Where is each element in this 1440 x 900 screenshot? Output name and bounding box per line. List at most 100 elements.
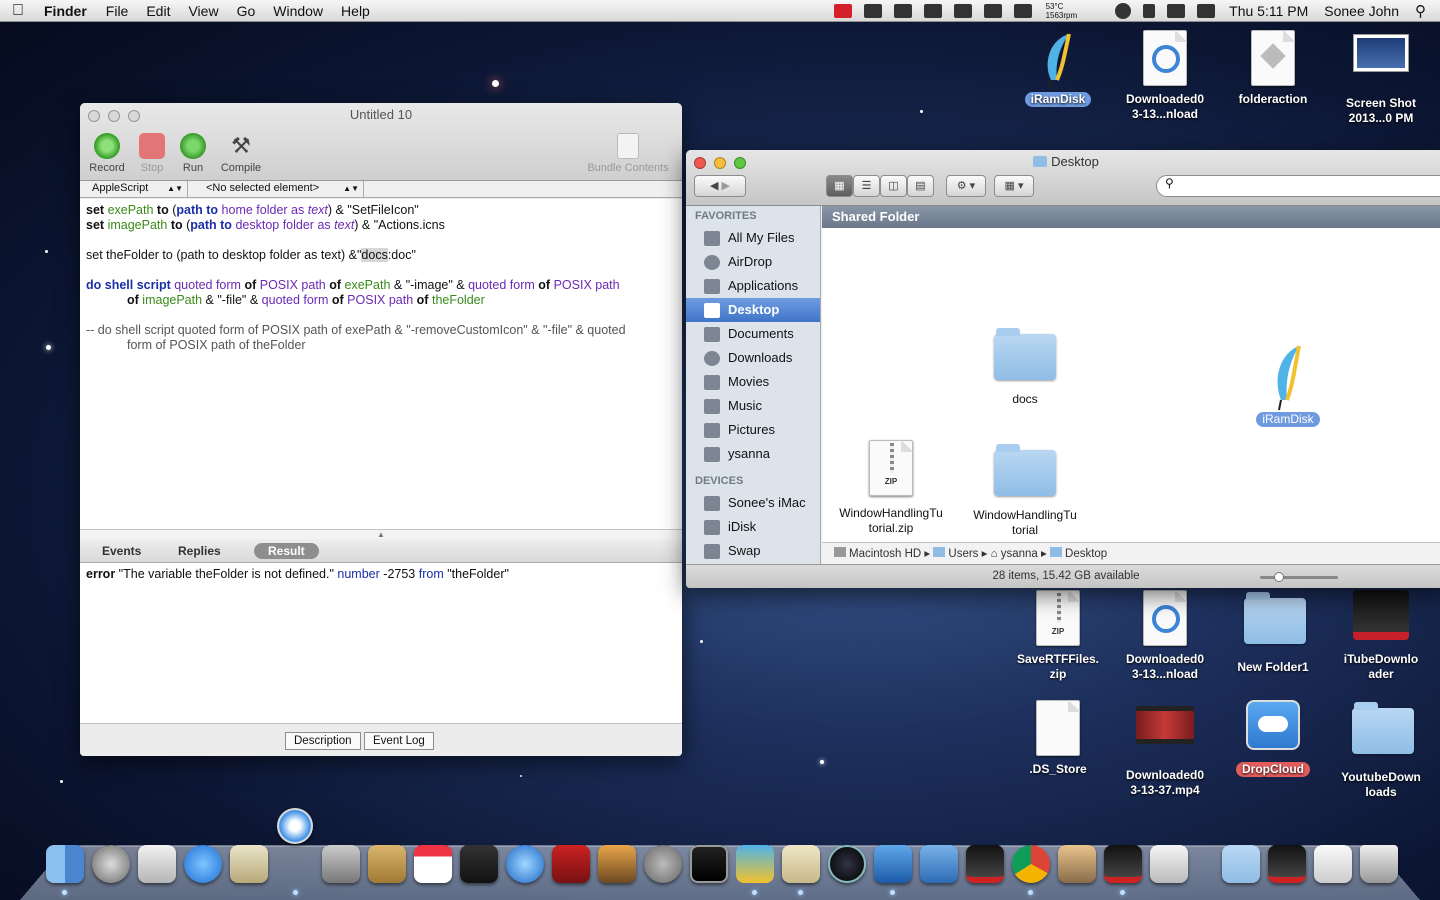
applications-stack-icon[interactable] [1222, 845, 1260, 883]
activity-monitor-icon[interactable] [690, 845, 728, 883]
run-button[interactable]: Run [176, 133, 210, 174]
tab-result[interactable]: Result [254, 543, 319, 559]
finder-item-iramdisk[interactable]: iRamDisk [1228, 340, 1348, 427]
menu-window[interactable]: Window [264, 3, 332, 19]
flash-icon[interactable] [833, 4, 852, 18]
tab-events[interactable]: Events [90, 543, 153, 559]
spotlight-icon[interactable]: ⚲ [1407, 2, 1440, 20]
sidebar-item-swap[interactable]: Swap [686, 539, 820, 563]
iphoto-icon[interactable] [598, 845, 636, 883]
camera-icon[interactable] [863, 4, 882, 18]
sidebar-item-movies[interactable]: Movies [686, 370, 820, 394]
path-users[interactable]: Users [933, 547, 978, 560]
split-handle[interactable]: ▲ [80, 529, 682, 539]
menu-file[interactable]: File [97, 3, 138, 19]
xcode-icon[interactable] [920, 845, 958, 883]
description-button[interactable]: Description [285, 732, 361, 750]
mail-stamp-icon[interactable] [230, 845, 268, 883]
element-popup[interactable]: <No selected element> ▲▼ [188, 181, 364, 197]
lock-icon[interactable] [893, 4, 912, 18]
system-preferences-icon[interactable] [644, 845, 682, 883]
desktop-icon-dropcloud[interactable]: DropCloud [1225, 700, 1321, 777]
calendar-icon[interactable] [414, 845, 452, 883]
dashboard-icon[interactable] [460, 845, 498, 883]
video-app-icon[interactable] [1104, 845, 1142, 883]
temp-monitor[interactable]: 53°C 1563rpm [1046, 2, 1078, 20]
trash-icon[interactable] [1360, 845, 1398, 883]
gauge-icon[interactable] [828, 845, 866, 883]
script-editor-text[interactable]: set exePath to (path to home folder as t… [80, 199, 682, 529]
sidebar-item-idisk[interactable]: iDisk [686, 515, 820, 539]
itube-dock-icon[interactable] [966, 845, 1004, 883]
menu-view[interactable]: View [179, 3, 227, 19]
sidebar-item-downloads[interactable]: Downloads [686, 346, 820, 370]
menu-help[interactable]: Help [332, 3, 379, 19]
tab-replies[interactable]: Replies [166, 543, 233, 559]
desktop-icon-youtubedownloads[interactable]: YoutubeDown loads [1333, 700, 1429, 800]
finder-item-zip[interactable]: ZIP WindowHandlingTu torial.zip [831, 440, 951, 536]
path-macintosh-hd[interactable]: Macintosh HD [834, 547, 921, 560]
desktop-icon-ds-store[interactable]: .DS_Store [1010, 700, 1106, 777]
bundle-contents-button[interactable]: Bundle Contents [582, 133, 674, 174]
icon-view-button[interactable]: ▦ [826, 175, 853, 197]
compile-button[interactable]: ⚒ Compile [216, 133, 266, 174]
volume-icon[interactable] [1197, 4, 1216, 18]
menu-edit[interactable]: Edit [137, 3, 179, 19]
language-popup[interactable]: AppleScript ▲▼ [80, 181, 188, 197]
sidebar-item-music[interactable]: Music [686, 394, 820, 418]
menu-go[interactable]: Go [228, 3, 265, 19]
desktop-icon-screenshot[interactable]: Screen Shot 2013...0 PM [1333, 30, 1429, 126]
eject-icon[interactable] [953, 4, 972, 18]
bluetooth-icon[interactable] [1143, 4, 1156, 18]
script-editor-dock-icon[interactable] [782, 845, 820, 883]
desktop-icon-itubedownloader[interactable]: iTubeDownlo ader [1333, 590, 1429, 682]
sidebar-item-pictures[interactable]: Pictures [686, 418, 820, 442]
sidebar-item-applications[interactable]: Applications [686, 274, 820, 298]
desktop-icon-mp4[interactable]: Downloaded0 3-13-37.mp4 [1117, 700, 1213, 798]
paw-icon[interactable] [923, 4, 942, 18]
sidebar-item-documents[interactable]: Documents [686, 322, 820, 346]
documents-stack-icon[interactable] [1314, 845, 1352, 883]
menu-clock[interactable]: Thu 5:11 PM [1221, 3, 1316, 19]
desktop-icon-iramdisk[interactable]: iRamDisk [1010, 30, 1106, 107]
menu-user[interactable]: Sonee John [1316, 3, 1407, 19]
finder-icon[interactable] [46, 845, 84, 883]
downloads-stack-icon[interactable] [1268, 845, 1306, 883]
time-machine-icon[interactable] [1115, 3, 1132, 19]
finder-item-folder[interactable]: WindowHandlingTu torial [965, 442, 1085, 538]
sidebar-item-imac[interactable]: Sonee's iMac [686, 491, 820, 515]
itunes-icon[interactable] [506, 845, 544, 883]
desktop-icon-downloaded-1[interactable]: Downloaded0 3-13...nload [1117, 30, 1213, 122]
apple-menu-icon[interactable]:  [0, 2, 36, 20]
desktop-icon-savertffiles[interactable]: ZIP SaveRTFFiles. zip [1010, 590, 1106, 682]
wifi-icon[interactable] [1167, 4, 1186, 18]
address-book-icon[interactable] [368, 845, 406, 883]
desktop-icon-folderaction[interactable]: folderaction [1225, 30, 1321, 107]
sidebar-item-all-my-files[interactable]: All My Files [686, 226, 820, 250]
automator-doc-icon[interactable] [1150, 845, 1188, 883]
sidebar-item-airdrop[interactable]: AirDrop [686, 250, 820, 274]
menu-app-name[interactable]: Finder [36, 3, 97, 19]
action-gear-button[interactable]: ⚙ ▾ [946, 175, 986, 197]
launchpad-icon[interactable] [92, 845, 130, 883]
grapher-icon[interactable] [874, 845, 912, 883]
arrange-button[interactable]: ▦ ▾ [994, 175, 1034, 197]
event-log-button[interactable]: Event Log [364, 732, 434, 750]
desktop-icon-new-folder[interactable]: New Folder1 [1225, 590, 1321, 675]
forward-icon[interactable]: ▶ [722, 180, 730, 192]
column-view-button[interactable]: ◫ [880, 175, 907, 197]
preview-icon[interactable] [138, 845, 176, 883]
app-store-icon[interactable] [184, 845, 222, 883]
path-desktop[interactable]: Desktop [1050, 547, 1107, 560]
drive-icon[interactable] [983, 4, 1002, 18]
back-icon[interactable]: ◀ [710, 180, 718, 192]
icon-size-slider[interactable] [1260, 572, 1338, 582]
back-forward-buttons[interactable]: ◀ ▶ [694, 175, 746, 197]
record-button[interactable]: Record [88, 133, 126, 174]
sidebar-item-ysanna[interactable]: ysanna [686, 442, 820, 466]
coverflow-view-button[interactable]: ▤ [907, 175, 934, 197]
desktop-icon-downloaded-2[interactable]: Downloaded0 3-13...nload [1117, 590, 1213, 682]
stop-button[interactable]: Stop [134, 133, 170, 174]
list-view-button[interactable]: ☰ [853, 175, 880, 197]
search-input[interactable]: ⚲ [1156, 175, 1440, 197]
